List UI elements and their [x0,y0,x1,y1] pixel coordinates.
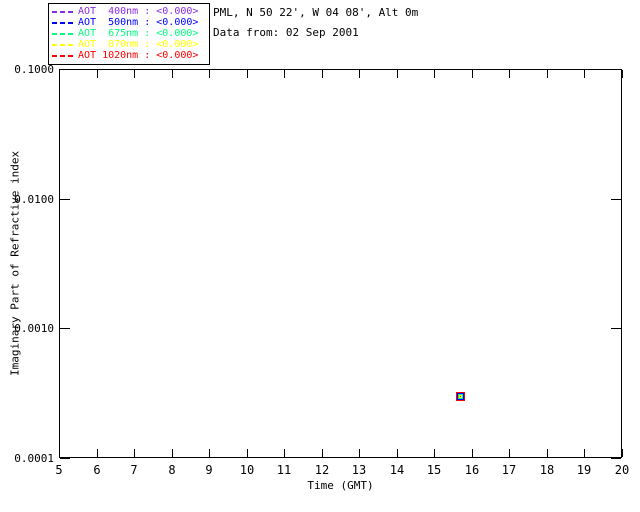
x-tick-label: 10 [239,463,255,477]
x-tick-label: 8 [168,463,176,477]
site-location-text: PML, N 50 22', W 04 08', Alt 0m [213,6,419,19]
y-axis-major-tick [60,328,70,329]
y-axis-right-tick [611,199,621,200]
y-axis-major-tick [60,69,70,70]
data-point-marker [460,396,461,397]
x-axis-major-tick [434,449,435,457]
y-axis-right-tick [611,69,621,70]
x-tick-label: 18 [539,463,555,477]
x-axis-major-tick [397,449,398,457]
x-tick-label: 16 [464,463,480,477]
legend-item-label: AOT 675nm : <0.000> [78,28,199,39]
x-tick-label: 20 [614,463,630,477]
x-axis-major-tick [59,449,60,457]
x-axis-top-tick [172,70,173,78]
legend-item-label: AOT 1020nm : <0.000> [78,50,199,61]
y-axis-major-tick [60,458,70,459]
legend-item-label: AOT 400nm : <0.000> [78,6,199,17]
x-axis-major-tick [322,449,323,457]
legend-item: AOT 500nm : <0.000> [52,17,206,28]
x-axis-top-tick [509,70,510,78]
x-axis-top-tick [622,70,623,78]
plot-frame [59,69,622,458]
legend-dash-line-icon [52,54,73,57]
x-axis-major-tick [547,449,548,457]
aeronet-plot-canvas: AOT 400nm : <0.000> AOT 500nm : <0.000> AO… [0,0,640,512]
legend-item-label: AOT 870nm : <0.000> [78,39,199,50]
x-axis-major-tick [472,449,473,457]
x-tick-label: 15 [426,463,442,477]
y-tick-label: 0.1000 [14,63,54,76]
y-axis-right-tick [611,328,621,329]
x-axis-major-tick [509,449,510,457]
y-tick-label: 0.0100 [14,193,54,206]
x-tick-label: 14 [389,463,405,477]
x-tick-label: 9 [205,463,213,477]
y-tick-label: 0.0001 [14,452,54,465]
legend-dash-line-icon [52,32,73,35]
data-date-text: Data from: 02 Sep 2001 [213,26,359,39]
legend-dash-line-icon [52,10,73,13]
legend-item-label: AOT 500nm : <0.000> [78,17,199,28]
x-tick-label: 11 [276,463,292,477]
x-axis-top-tick [584,70,585,78]
y-axis-major-tick [60,199,70,200]
legend-box: AOT 400nm : <0.000> AOT 500nm : <0.000> AO… [48,3,210,65]
legend-dash-line-icon [52,21,73,24]
x-tick-label: 12 [314,463,330,477]
x-axis-top-tick [472,70,473,78]
x-axis-major-tick [359,449,360,457]
x-axis-major-tick [97,449,98,457]
y-tick-label: 0.0010 [14,322,54,335]
x-axis-top-tick [97,70,98,78]
x-tick-label: 6 [93,463,101,477]
x-axis-top-tick [209,70,210,78]
x-axis-top-tick [247,70,248,78]
legend-item: AOT 870nm : <0.000> [52,39,206,50]
legend-item: AOT 675nm : <0.000> [52,28,206,39]
y-axis-title: Imaginary Part of Refractive index [8,150,22,377]
x-axis-major-tick [172,449,173,457]
x-tick-label: 17 [501,463,517,477]
x-tick-label: 5 [55,463,63,477]
x-tick-label: 7 [130,463,138,477]
x-axis-top-tick [284,70,285,78]
x-axis-title: Time (GMT) [307,479,374,492]
x-axis-major-tick [622,449,623,457]
x-axis-major-tick [134,449,135,457]
x-axis-top-tick [359,70,360,78]
legend-dash-line-icon [52,43,73,46]
x-axis-major-tick [284,449,285,457]
x-tick-label: 13 [351,463,367,477]
x-axis-major-tick [209,449,210,457]
x-tick-label: 19 [576,463,592,477]
y-axis-right-tick [611,458,621,459]
x-axis-major-tick [584,449,585,457]
x-axis-top-tick [547,70,548,78]
x-axis-major-tick [247,449,248,457]
legend-item: AOT 1020nm : <0.000> [52,50,206,61]
x-axis-top-tick [397,70,398,78]
x-axis-top-tick [434,70,435,78]
legend-item: AOT 400nm : <0.000> [52,6,206,17]
x-axis-top-tick [59,70,60,78]
x-axis-top-tick [134,70,135,78]
x-axis-top-tick [322,70,323,78]
